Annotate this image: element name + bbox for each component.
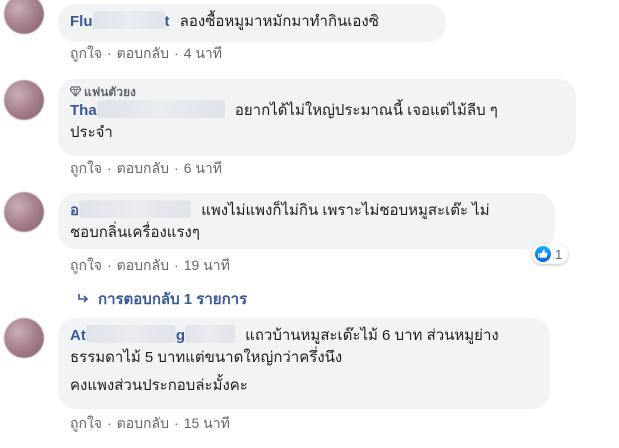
avatar[interactable] (4, 80, 44, 120)
comment-bubble: Flu t ลองซื้อหมูมาหมักมาทำกินเองซิ (58, 4, 446, 42)
timestamp[interactable]: 15 นาที (184, 415, 230, 431)
reply-link[interactable]: ตอบกลับ (117, 257, 169, 273)
like-link[interactable]: ถูกใจ (70, 45, 102, 61)
timestamp[interactable]: 6 นาที (184, 160, 222, 176)
like-link[interactable]: ถูกใจ (70, 257, 102, 273)
comment-text: แพงไม่แพงก็ไม่กิน เพราะไม่ชอบหมูสะเต๊ะ ไ… (201, 202, 490, 219)
avatar[interactable] (4, 0, 44, 34)
redacted-name (185, 325, 235, 343)
comment-actions: ถูกใจ · ตอบกลับ · 4 นาที (70, 45, 223, 61)
redacted-name (85, 325, 176, 343)
comment-actions: ถูกใจ · ตอบกลับ · 19 นาที (70, 257, 230, 273)
comment-text-cont: ประจำ (70, 124, 113, 141)
timestamp[interactable]: 19 นาที (184, 257, 230, 273)
commenter-name[interactable]: Flu t (70, 11, 170, 30)
commenter-name[interactable]: Tha (70, 100, 225, 119)
comment-text-cont: ธรรมดาไม้ 5 บาทแต่ขนาดใหญ่กว่าครึ่งนึง (70, 349, 343, 366)
comment-text: แถวบ้านหมูสะเต๊ะไม้ 6 บาท ส่วนหมูย่าง (245, 327, 499, 344)
comment-actions: ถูกใจ · ตอบกลับ · 6 นาที (70, 160, 223, 176)
diamond-icon (70, 86, 81, 97)
like-reaction-icon (535, 246, 551, 262)
avatar[interactable] (4, 192, 44, 232)
comment-text-cont: คงแพงส่วนประกอบล่ะมั้งคะ (70, 377, 248, 394)
reaction-count[interactable]: 1 (532, 244, 569, 264)
comment-bubble: At g แถวบ้านหมูสะเต๊ะไม้ 6 บาท ส่วนหมูย่า… (58, 318, 550, 409)
comment-text-cont: ชอบกลิ่นเครื่องแรงๆ (70, 224, 200, 241)
reply-link[interactable]: ตอบกลับ (117, 160, 169, 176)
redacted-name (92, 11, 165, 29)
top-fan-badge: แฟนตัวยง (70, 84, 564, 100)
avatar[interactable] (4, 318, 44, 358)
timestamp[interactable]: 4 นาที (184, 45, 222, 61)
reply-link[interactable]: ตอบกลับ (117, 415, 169, 431)
like-link[interactable]: ถูกใจ (70, 415, 102, 431)
comment-bubble: อ แพงไม่แพงก็ไม่กิน เพราะไม่ชอบหมูสะเต๊ะ… (58, 193, 555, 249)
comment-text: ลองซื้อหมูมาหมักมาทำกินเองซิ (179, 13, 379, 30)
like-link[interactable]: ถูกใจ (70, 160, 102, 176)
comment-bubble: แฟนตัวยง Tha อยากได้ไม่ใหญ่ประมาณนี้ เจอ… (58, 79, 576, 156)
view-replies-link[interactable]: การตอบกลับ 1 รายการ (76, 290, 247, 310)
redacted-name (79, 200, 192, 218)
reaction-count-number: 1 (555, 246, 563, 262)
comment-text: อยากได้ไม่ใหญ่ประมาณนี้ เจอแต่ไม้ลีบ ๆ (234, 102, 498, 119)
redacted-name (96, 100, 225, 118)
commenter-name[interactable]: อ (70, 200, 192, 219)
comment-actions: ถูกใจ · ตอบกลับ · 15 นาที (70, 415, 230, 431)
reply-arrow-icon (78, 294, 89, 303)
commenter-name[interactable]: At g (70, 325, 235, 344)
reply-link[interactable]: ตอบกลับ (117, 45, 169, 61)
